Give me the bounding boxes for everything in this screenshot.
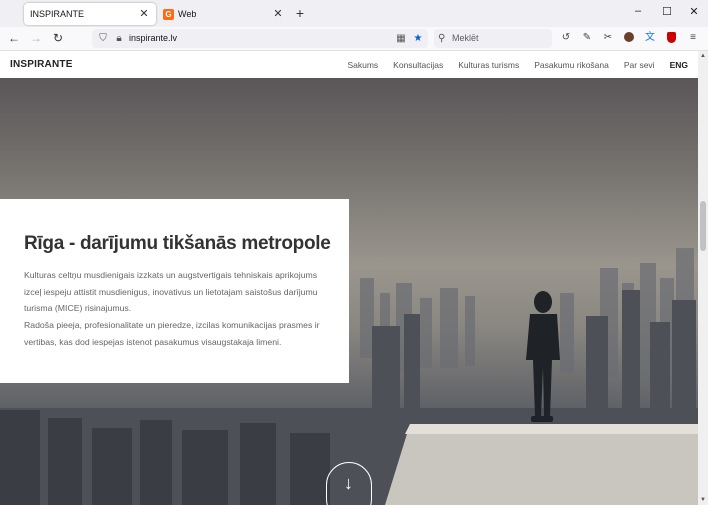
search-placeholder[interactable]: Meklēt — [452, 33, 479, 43]
scroll-up-icon[interactable]: ▲ — [698, 53, 708, 59]
tab-strip: INSPIRANTE ✕ G Web ✕ + – ☐ ✕ — [0, 0, 708, 27]
profile-icon[interactable] — [622, 31, 636, 45]
search-bar[interactable]: ⚲ Meklēt — [434, 29, 552, 48]
nav-item-kulturas-turisms[interactable]: Kulturas turisms — [458, 60, 519, 70]
maximize-button[interactable]: ☐ — [660, 5, 674, 18]
nav-item-sakums[interactable]: Sakums — [347, 60, 378, 70]
scrollbar-thumb[interactable] — [700, 201, 706, 251]
nav-item-par-sevi[interactable]: Par sevi — [624, 60, 655, 70]
search-icon: ⚲ — [438, 33, 446, 44]
hero-card: Rīga - darījumu tikšanās metropole Kultu… — [0, 199, 349, 383]
scroll-down-icon[interactable]: ▼ — [698, 497, 708, 503]
tab-title: Web — [178, 9, 197, 19]
site-logo[interactable]: INSPIRANTE — [10, 59, 73, 70]
nav-item-konsultacijas[interactable]: Konsultacijas — [393, 60, 443, 70]
bookmark-star-icon[interactable]: ★ — [411, 31, 425, 46]
tab-title: INSPIRANTE — [30, 9, 85, 19]
hero-title: Rīga - darījumu tikšanās metropole — [24, 233, 331, 254]
nav-item-pasakumu-rikosana[interactable]: Pasakumu rikošana — [534, 60, 609, 70]
reload-icon[interactable]: ↻ — [50, 30, 66, 46]
tab-favicon-icon: G — [163, 8, 174, 20]
minimize-button[interactable]: – — [631, 5, 645, 17]
tab-web[interactable]: G Web ✕ — [158, 3, 290, 25]
address-bar[interactable]: ⛉ 🔒︎ inspirante.lv ▦ ★ — [92, 29, 428, 48]
web-page: INSPIRANTE Sakums Konsultacijas Kulturas… — [0, 51, 698, 505]
new-tab-button[interactable]: + — [292, 5, 308, 21]
shield-icon[interactable]: ⛉ — [96, 31, 110, 46]
nav-item-language[interactable]: ENG — [670, 60, 688, 70]
ublock-icon[interactable] — [664, 31, 678, 45]
tab-inspirante[interactable]: INSPIRANTE ✕ — [24, 3, 156, 25]
arrow-down-icon: ↓ — [344, 473, 353, 493]
qr-code-icon[interactable]: ▦ — [394, 31, 408, 46]
tools-icon[interactable]: ✎ — [580, 31, 594, 45]
url-text[interactable]: inspirante.lv — [129, 33, 177, 43]
menu-icon[interactable]: ≡ — [686, 31, 700, 45]
back-icon[interactable]: ← — [6, 30, 22, 46]
site-nav: Sakums Konsultacijas Kulturas turisms Pa… — [347, 60, 688, 70]
close-tab-icon[interactable]: ✕ — [138, 7, 150, 21]
close-window-button[interactable]: ✕ — [687, 5, 701, 18]
translate-icon[interactable]: 文 — [643, 31, 657, 45]
forward-icon[interactable]: → — [28, 30, 44, 46]
site-header: INSPIRANTE Sakums Konsultacijas Kulturas… — [0, 51, 698, 78]
hero-paragraph-1: Kulturas celtņu musdienigais izzkats un … — [24, 270, 318, 313]
screenshot-icon[interactable]: ✂ — [601, 31, 615, 45]
page-scrollbar[interactable]: ▲ ▼ — [698, 51, 708, 505]
navigation-toolbar: ← → ↻ ⛉ 🔒︎ inspirante.lv ▦ ★ ⚲ Meklēt ↺ … — [0, 27, 708, 51]
close-tab-icon[interactable]: ✕ — [272, 7, 284, 21]
scroll-down-button[interactable]: ↓ — [326, 462, 372, 505]
hero-paragraph-2: Radoša pieeja, profesionalitate un piere… — [24, 320, 320, 347]
lock-icon[interactable]: 🔒︎ — [112, 31, 126, 46]
history-icon[interactable]: ↺ — [559, 31, 573, 45]
